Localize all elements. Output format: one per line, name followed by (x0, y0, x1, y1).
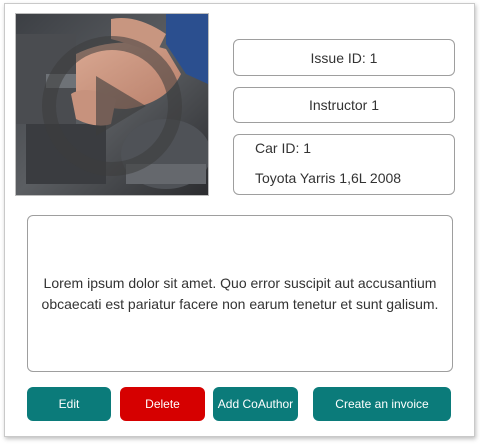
issue-id-label: Issue ID: 1 (310, 49, 378, 66)
description-text: Lorem ipsum dolor sit amet. Quo error su… (41, 274, 439, 312)
delete-button-label: Delete (145, 397, 180, 411)
issue-description: Lorem ipsum dolor sit amet. Quo error su… (27, 215, 453, 372)
car-id-label: Car ID: 1 (255, 140, 312, 156)
issue-id-box: Issue ID: 1 (233, 39, 455, 76)
delete-button[interactable]: Delete (120, 387, 205, 421)
car-model-label: Toyota Yarris 1,6L 2008 (255, 170, 402, 186)
create-invoice-button-label: Create an invoice (335, 397, 429, 411)
instructor-label: Instructor 1 (308, 97, 380, 113)
car-info-box: Car ID: 1 Toyota Yarris 1,6L 2008 (233, 134, 455, 195)
edit-button-label: Edit (58, 397, 80, 411)
add-coauthor-button[interactable]: Add CoAuthor (213, 387, 298, 421)
edit-button[interactable]: Edit (27, 387, 111, 421)
add-coauthor-button-label: Add CoAuthor (217, 397, 294, 411)
video-image (16, 14, 208, 195)
instructor-box: Instructor 1 (233, 87, 455, 123)
video-thumbnail[interactable] (15, 13, 209, 196)
create-invoice-button[interactable]: Create an invoice (313, 387, 451, 421)
